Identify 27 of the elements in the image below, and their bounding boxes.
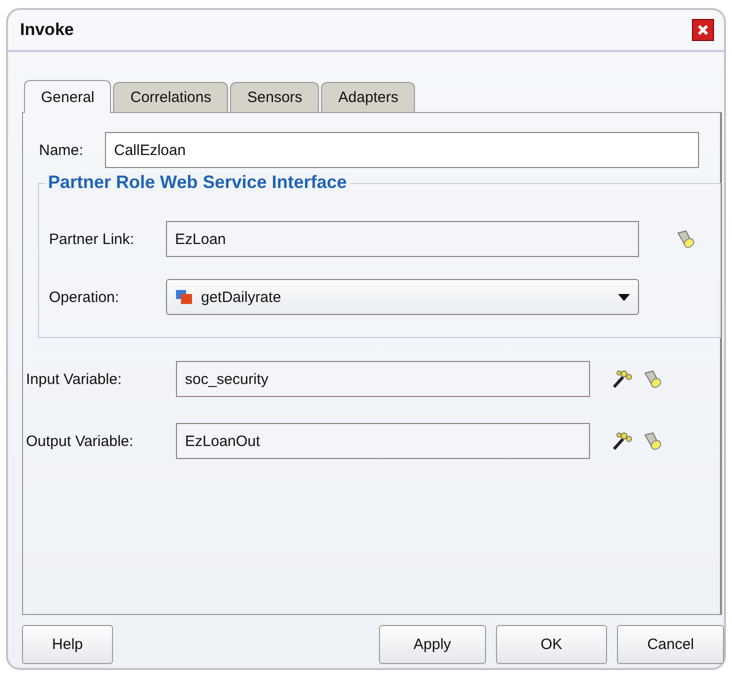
tab[interactable]: General xyxy=(24,80,112,113)
dialog-button[interactable]: Cancel xyxy=(617,625,724,664)
window-title: Invoke xyxy=(20,20,74,40)
dialog-button[interactable]: OK xyxy=(496,625,608,664)
field-label: Output Variable: xyxy=(26,432,134,450)
operation-dropdown[interactable]: getDailyrate xyxy=(166,279,639,315)
squares-icon xyxy=(175,289,193,305)
flashlight-icon[interactable] xyxy=(642,368,664,390)
dialog-button[interactable]: Apply xyxy=(378,625,486,664)
dialog-button[interactable]: Help xyxy=(22,625,113,664)
tab[interactable]: Sensors xyxy=(230,82,320,112)
input-field[interactable]: EzLoan xyxy=(166,221,639,257)
field-label: Partner Link: xyxy=(49,230,136,248)
wand-icon[interactable] xyxy=(610,430,632,452)
caret-icon xyxy=(618,294,630,300)
flashlight-icon[interactable] xyxy=(675,228,697,250)
tab[interactable]: Correlations xyxy=(113,82,228,112)
field-label: Operation: xyxy=(49,288,120,306)
wand-icon[interactable] xyxy=(610,368,632,390)
close-icon[interactable] xyxy=(692,19,714,41)
flashlight-icon[interactable] xyxy=(642,430,664,452)
input-field[interactable]: EzLoanOut xyxy=(176,423,590,459)
input-field[interactable]: soc_security xyxy=(176,361,590,397)
tab[interactable]: Adapters xyxy=(321,82,416,112)
input-field[interactable]: CallEzloan xyxy=(105,132,699,168)
field-label: Input Variable: xyxy=(26,370,123,388)
field-label: Name: xyxy=(39,142,84,158)
